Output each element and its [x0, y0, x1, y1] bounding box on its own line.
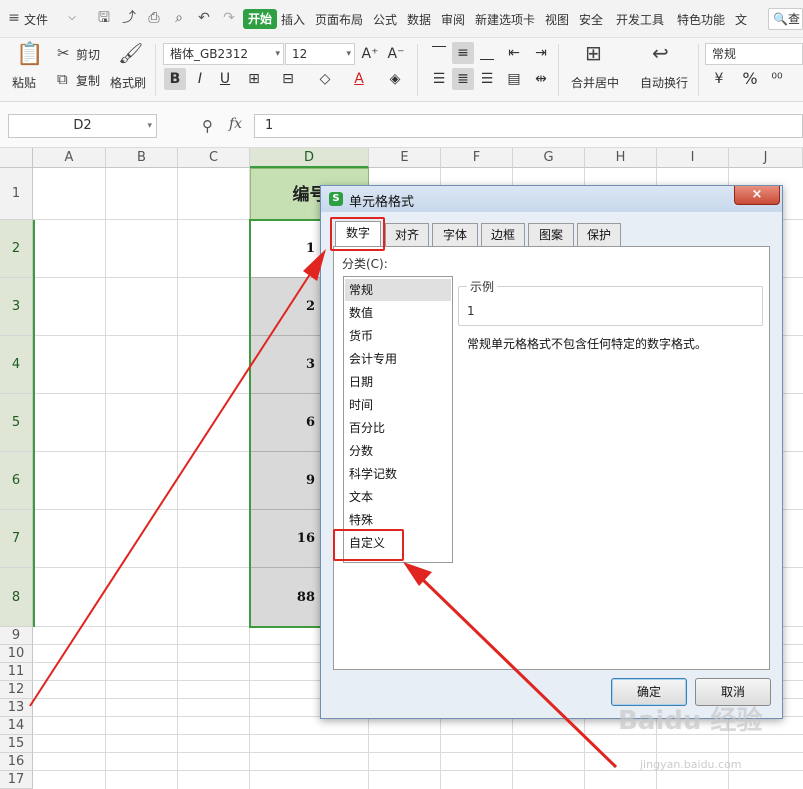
- annotation-arrow-line: [416, 573, 618, 769]
- annotation-arrowhead: [303, 249, 326, 281]
- watermark-logo: Baidu 经验: [618, 706, 763, 736]
- annotation-arrow-line: [29, 267, 315, 707]
- annotation-arrows: [29, 249, 618, 769]
- watermark-url: jingyan.baidu.com: [640, 758, 742, 771]
